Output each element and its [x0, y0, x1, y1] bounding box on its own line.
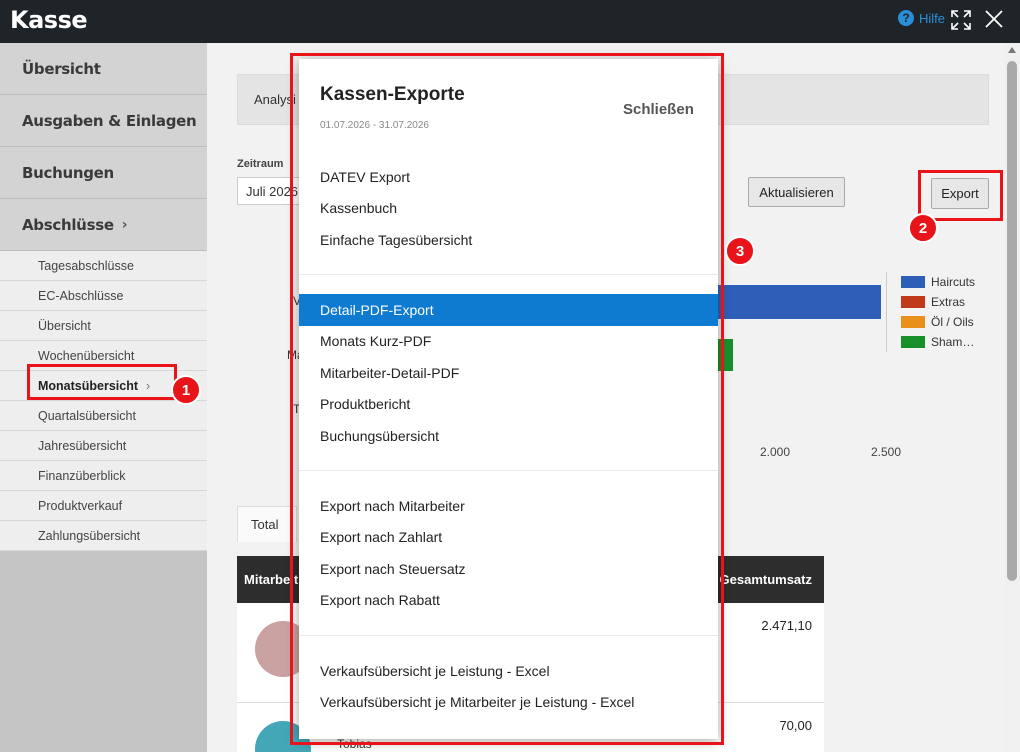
sidebar-item-buchungen[interactable]: Buchungen [0, 147, 207, 199]
legend-swatch [901, 276, 925, 288]
chevron-right-icon: › [121, 216, 128, 233]
sub-item-jahresuebersicht[interactable]: Jahresübersicht [0, 431, 207, 461]
sub-item-label: Tagesabschlüsse [38, 258, 134, 273]
sidebar-item-label: Buchungen [22, 163, 114, 182]
legend-item: Extras [901, 292, 986, 312]
chart-legend: Haircuts Extras Öl / Oils Sham… [886, 272, 986, 352]
help-label: Hilfe [919, 10, 946, 26]
expand-icon[interactable] [950, 9, 972, 31]
legend-label: Extras [931, 295, 966, 309]
help-icon: ? [898, 10, 914, 26]
annotation-box-3 [290, 53, 724, 745]
app-title: Kasse [10, 6, 88, 34]
sub-item-ec-abschluesse[interactable]: EC-Abschlüsse [0, 281, 207, 311]
column-header-total[interactable]: Gesamtumsatz [720, 572, 812, 587]
sub-item-produktverkauf[interactable]: Produktverkauf [0, 491, 207, 521]
legend-item: Haircuts [901, 272, 986, 292]
sub-item-uebersicht[interactable]: Übersicht [0, 311, 207, 341]
legend-swatch [901, 336, 925, 348]
sub-item-tagesabschluesse[interactable]: Tagesabschlüsse [0, 251, 207, 281]
legend-label: Haircuts [931, 275, 976, 289]
sub-item-label: Zahlungsübersicht [38, 528, 141, 543]
sidebar-item-label: Ausgaben & Einlagen [22, 111, 197, 130]
row-total-value: 2.471,10 [761, 618, 812, 633]
sub-item-label: Übersicht [38, 318, 91, 333]
sidebar-item-abschluesse[interactable]: Abschlüsse › [0, 199, 207, 251]
annotation-number-2: 2 [908, 213, 938, 243]
legend-label: Öl / Oils [931, 315, 974, 329]
help-link[interactable]: ? Hilfe [898, 10, 945, 26]
legend-swatch [901, 316, 925, 328]
refresh-button[interactable]: Aktualisieren [748, 177, 845, 207]
sidebar-item-ausgaben[interactable]: Ausgaben & Einlagen [0, 95, 207, 147]
sidebar-item-label: Abschlüsse [22, 215, 114, 234]
sub-item-label: EC-Abschlüsse [38, 288, 124, 303]
annotation-number-3: 3 [725, 236, 755, 266]
annotation-box-1 [27, 364, 177, 400]
sub-item-label: Quartalsübersicht [38, 408, 136, 423]
sub-item-zahlungsuebersicht[interactable]: Zahlungsübersicht [0, 521, 207, 551]
sub-item-quartalsuebersicht[interactable]: Quartalsübersicht [0, 401, 207, 431]
close-icon[interactable] [983, 8, 1005, 30]
legend-label: Sham… [931, 335, 975, 349]
chart-tick-label: 2.500 [871, 445, 902, 459]
scroll-thumb[interactable] [1007, 61, 1017, 581]
title-bar: Kasse ? Hilfe [0, 0, 1020, 43]
legend-item: Sham… [901, 332, 986, 352]
sidebar-main: Übersicht Ausgaben & Einlagen Buchungen … [0, 43, 207, 251]
sidebar-item-uebersicht[interactable]: Übersicht [0, 43, 207, 95]
sub-item-label: Produktverkauf [38, 498, 123, 513]
sidebar-item-label: Übersicht [22, 59, 101, 78]
annotation-number-1: 1 [171, 375, 201, 405]
row-total-value: 70,00 [779, 718, 812, 733]
tab-total[interactable]: Total [237, 506, 297, 542]
legend-swatch [901, 296, 925, 308]
sub-item-finanzueberblick[interactable]: Finanzüberblick [0, 461, 207, 491]
scrollbar[interactable] [1004, 43, 1020, 752]
annotation-box-2 [918, 170, 1003, 221]
sub-item-label: Jahresübersicht [38, 438, 127, 453]
chart-tick-label: 2.000 [760, 445, 791, 459]
sub-item-label: Wochenübersicht [38, 348, 135, 363]
chart-bar-haircuts [707, 285, 881, 319]
sub-item-label: Finanzüberblick [38, 468, 126, 483]
scroll-up-icon[interactable] [1008, 47, 1016, 53]
legend-item: Öl / Oils [901, 312, 986, 332]
zeitraum-label: Zeitraum [237, 158, 284, 170]
